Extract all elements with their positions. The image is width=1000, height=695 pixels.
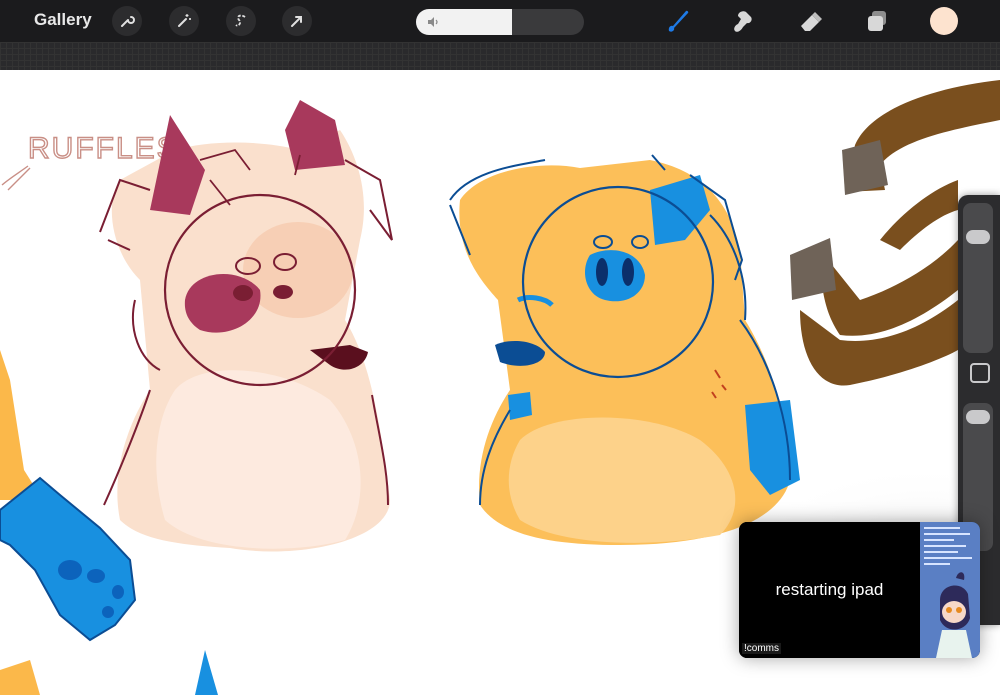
- modify-square-button[interactable]: [970, 363, 990, 383]
- speaker-icon: [426, 15, 440, 34]
- brush-size-handle[interactable]: [966, 230, 990, 245]
- color-swatch[interactable]: [930, 7, 958, 35]
- volume-slider[interactable]: [416, 9, 584, 35]
- stream-pip-window[interactable]: restarting ipad !comms: [739, 522, 980, 658]
- eraser-icon[interactable]: [795, 6, 827, 36]
- brush-size-slider[interactable]: [963, 203, 993, 353]
- top-toolbar: Gallery: [0, 0, 1000, 42]
- wrench-icon[interactable]: [112, 6, 142, 36]
- layers-icon[interactable]: [861, 6, 893, 36]
- sketch-arrow: [1, 165, 31, 191]
- canvas-sketch-text: RUFFLES: [28, 132, 179, 165]
- cream-dog-drawing: [99, 100, 393, 552]
- pip-message: restarting ipad: [775, 580, 884, 599]
- brush-icon[interactable]: [662, 6, 694, 36]
- opacity-handle[interactable]: [966, 409, 990, 424]
- transform-arrow-icon[interactable]: [282, 6, 312, 36]
- toolbar-grid-strip: [0, 42, 1000, 70]
- pip-stream-overlay: [920, 522, 980, 658]
- smudge-icon[interactable]: [727, 6, 759, 36]
- selection-s-icon[interactable]: [226, 6, 256, 36]
- gallery-button[interactable]: Gallery: [34, 10, 92, 30]
- magic-wand-icon[interactable]: [169, 6, 199, 36]
- comms-label: !comms: [742, 643, 781, 654]
